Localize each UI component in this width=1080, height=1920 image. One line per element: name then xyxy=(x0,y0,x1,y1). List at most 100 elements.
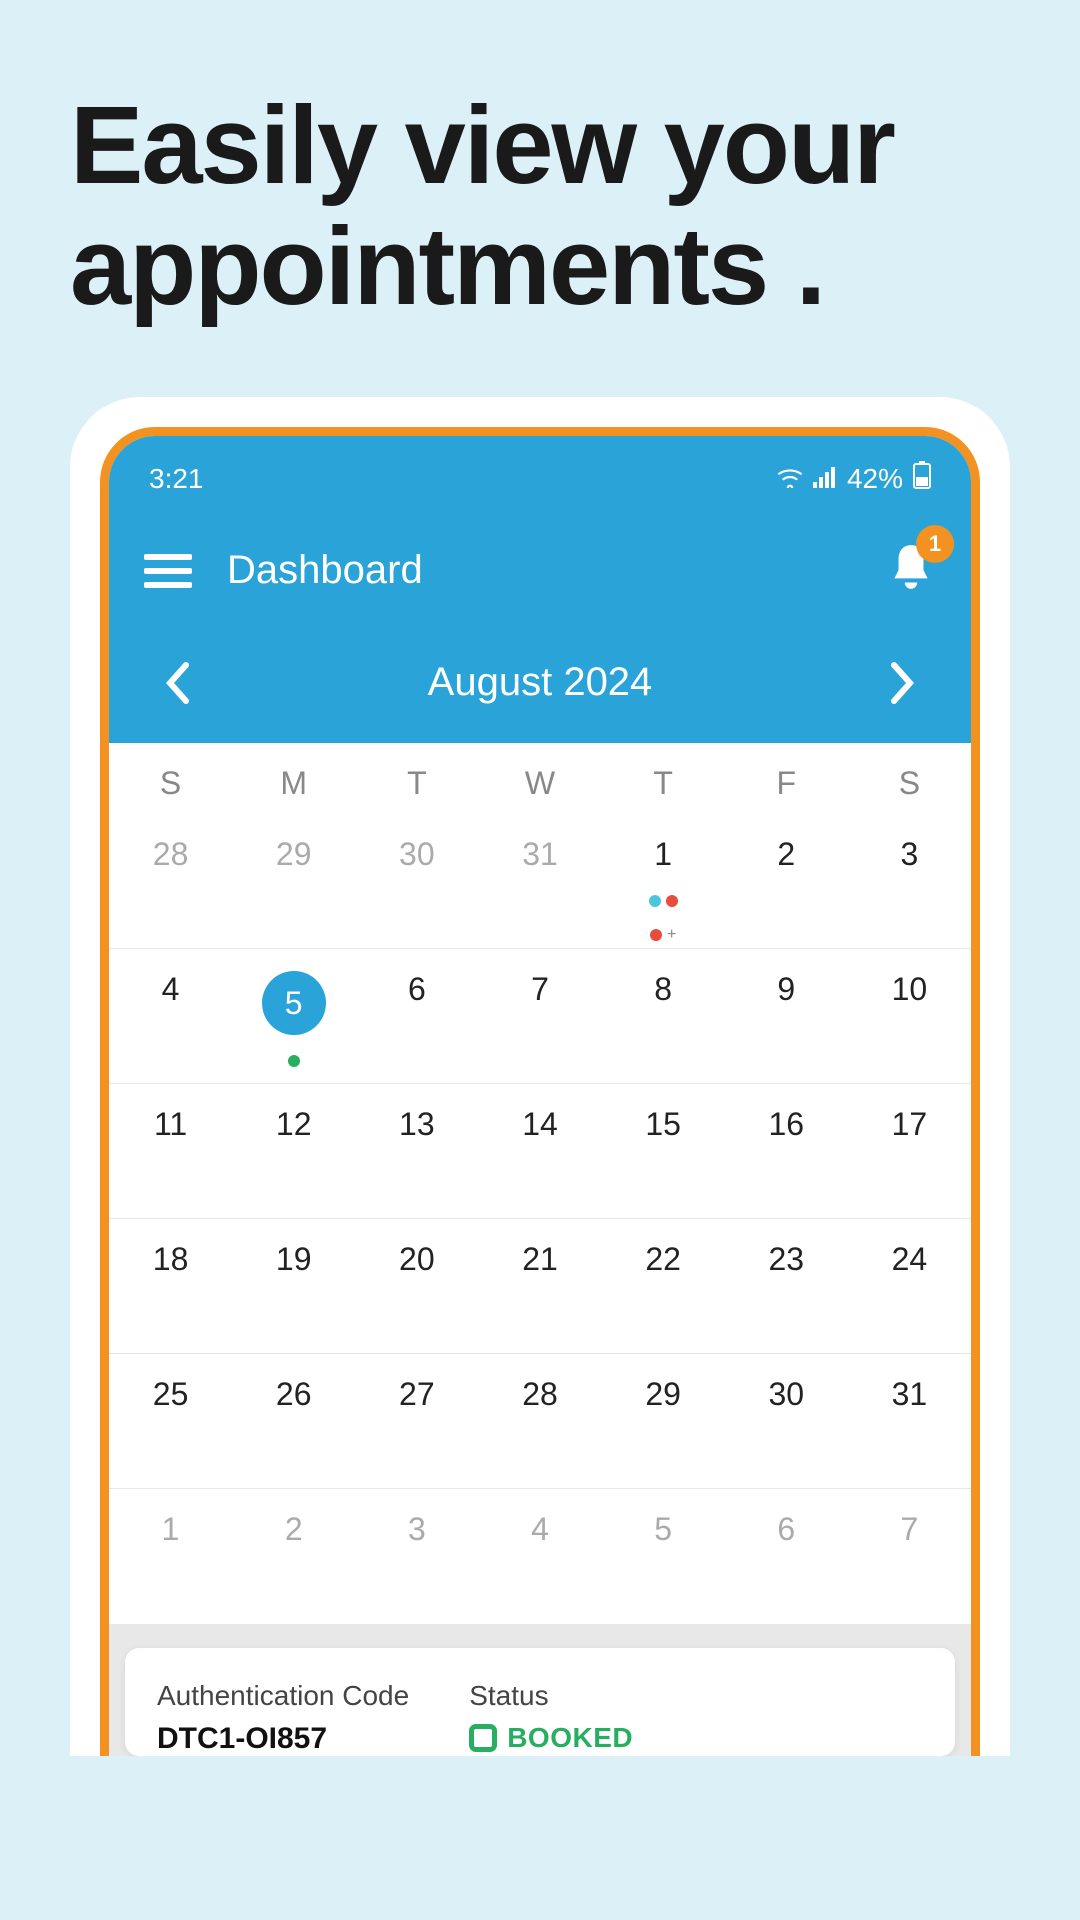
day-number: 31 xyxy=(522,836,558,872)
calendar-day[interactable]: 26 xyxy=(232,1354,355,1488)
calendar-day[interactable]: 3 xyxy=(848,814,971,948)
event-dot xyxy=(650,929,662,941)
calendar-day[interactable]: 6 xyxy=(355,949,478,1083)
event-dots: + xyxy=(602,929,725,941)
day-number: 19 xyxy=(276,1241,312,1277)
day-header: S xyxy=(109,765,232,802)
day-number: 10 xyxy=(892,971,928,1007)
day-number: 26 xyxy=(276,1376,312,1412)
calendar-day[interactable]: 15 xyxy=(602,1084,725,1218)
day-number: 1 xyxy=(162,1511,180,1547)
battery-icon xyxy=(913,461,931,496)
calendar-week: 282930311+23 xyxy=(109,814,971,949)
day-number: 5 xyxy=(262,971,326,1035)
day-number: 28 xyxy=(153,836,189,872)
calendar-day[interactable]: 21 xyxy=(478,1219,601,1353)
day-number: 25 xyxy=(153,1376,189,1412)
appointment-card[interactable]: Authentication Code DTC1-OI857 Status BO… xyxy=(125,1648,955,1756)
calendar-day[interactable]: 9 xyxy=(725,949,848,1083)
event-dots xyxy=(602,895,725,907)
status-value: BOOKED xyxy=(469,1722,633,1754)
calendar-day[interactable]: 1+ xyxy=(602,814,725,948)
calendar-day[interactable]: 12 xyxy=(232,1084,355,1218)
calendar-week: 11 12 13 14 15 16 17 xyxy=(109,1084,971,1219)
day-header: M xyxy=(232,765,355,802)
day-number: 3 xyxy=(901,836,919,872)
calendar-day[interactable]: 28 xyxy=(478,1354,601,1488)
calendar-day[interactable]: 31 xyxy=(478,814,601,948)
day-number: 24 xyxy=(892,1241,928,1277)
prev-month-button[interactable] xyxy=(164,661,190,705)
calendar-day[interactable]: 23 xyxy=(725,1219,848,1353)
phone-screen: 3:21 42% Dashboard xyxy=(100,427,980,1756)
day-number: 13 xyxy=(399,1106,435,1142)
calendar-day[interactable]: 7 xyxy=(848,1489,971,1624)
calendar-day[interactable]: 18 xyxy=(109,1219,232,1353)
day-number: 16 xyxy=(768,1106,804,1142)
day-header: F xyxy=(725,765,848,802)
notification-badge: 1 xyxy=(916,525,954,563)
calendar-day[interactable]: 25 xyxy=(109,1354,232,1488)
calendar-day[interactable]: 29 xyxy=(602,1354,725,1488)
day-number: 6 xyxy=(777,1511,795,1547)
battery-percent: 42% xyxy=(847,463,903,495)
day-number: 4 xyxy=(531,1511,549,1547)
event-dot xyxy=(649,895,661,907)
calendar-day[interactable]: 7 xyxy=(478,949,601,1083)
calendar-day[interactable]: 3 xyxy=(355,1489,478,1624)
signal-icon xyxy=(813,463,837,495)
day-number: 14 xyxy=(522,1106,558,1142)
details-section: Authentication Code DTC1-OI857 Status BO… xyxy=(109,1624,971,1756)
calendar-day[interactable]: 17 xyxy=(848,1084,971,1218)
phone-frame: 3:21 42% Dashboard xyxy=(70,397,1010,1756)
day-number: 18 xyxy=(153,1241,189,1277)
calendar-day[interactable]: 29 xyxy=(232,814,355,948)
calendar-day[interactable]: 8 xyxy=(602,949,725,1083)
app-header: Dashboard 1 xyxy=(109,506,971,625)
calendar-day[interactable]: 2 xyxy=(232,1489,355,1624)
calendar-day[interactable]: 4 xyxy=(109,949,232,1083)
calendar-day[interactable]: 14 xyxy=(478,1084,601,1218)
calendar-day[interactable]: 5 xyxy=(602,1489,725,1624)
calendar-week: 25 26 272829 30 31 xyxy=(109,1354,971,1489)
calendar-day[interactable]: 28 xyxy=(109,814,232,948)
calendar-day[interactable]: 30 xyxy=(725,1354,848,1488)
status-label: Status xyxy=(469,1680,633,1712)
calendar-day[interactable]: 24 xyxy=(848,1219,971,1353)
calendar-day[interactable]: 20 xyxy=(355,1219,478,1353)
next-month-button[interactable] xyxy=(890,661,916,705)
calendar-day[interactable]: 19 xyxy=(232,1219,355,1353)
calendar-day[interactable]: 11 xyxy=(109,1084,232,1218)
day-header: S xyxy=(848,765,971,802)
day-number: 30 xyxy=(768,1376,804,1412)
calendar-day[interactable]: 1 xyxy=(109,1489,232,1624)
month-label: August 2024 xyxy=(428,660,653,705)
calendar-day[interactable]: 16 xyxy=(725,1084,848,1218)
calendar-day[interactable]: 4 xyxy=(478,1489,601,1624)
day-number: 7 xyxy=(901,1511,919,1547)
day-number: 7 xyxy=(531,971,549,1007)
calendar-day[interactable]: 22 xyxy=(602,1219,725,1353)
day-number: 30 xyxy=(399,836,435,872)
calendar-day[interactable]: 5 xyxy=(232,949,355,1083)
day-number: 12 xyxy=(276,1106,312,1142)
calendar-day[interactable]: 13 xyxy=(355,1084,478,1218)
calendar-day[interactable]: 6 xyxy=(725,1489,848,1624)
status-square-icon xyxy=(469,1724,497,1752)
day-number: 17 xyxy=(892,1106,928,1142)
day-number: 31 xyxy=(892,1376,928,1412)
day-number: 1 xyxy=(654,836,672,872)
calendar-day[interactable]: 27 xyxy=(355,1354,478,1488)
day-number: 29 xyxy=(276,836,312,872)
calendar-day[interactable]: 30 xyxy=(355,814,478,948)
status-bar: 3:21 42% xyxy=(109,436,971,506)
calendar-week: 1234567 xyxy=(109,1489,971,1624)
day-header: T xyxy=(602,765,725,802)
notification-button[interactable]: 1 xyxy=(886,541,936,600)
calendar-day[interactable]: 10 xyxy=(848,949,971,1083)
calendar-day[interactable]: 2 xyxy=(725,814,848,948)
menu-icon[interactable] xyxy=(144,554,192,588)
calendar-day[interactable]: 31 xyxy=(848,1354,971,1488)
day-header: W xyxy=(478,765,601,802)
day-number: 8 xyxy=(654,971,672,1007)
